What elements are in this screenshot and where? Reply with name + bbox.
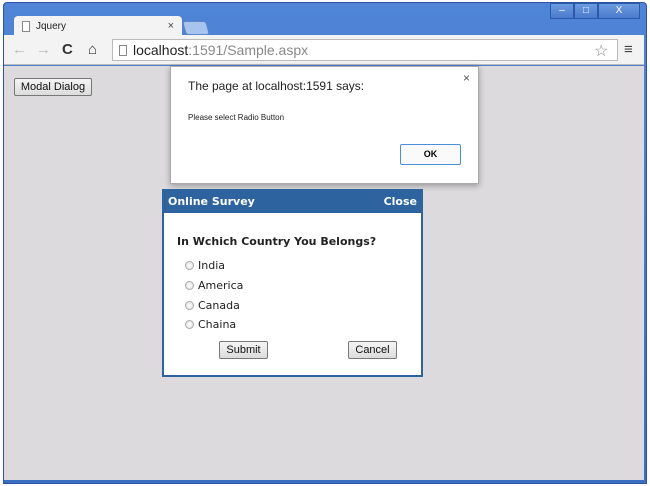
page-icon — [119, 45, 127, 56]
address-bar[interactable]: localhost:1591/Sample.aspx — [112, 39, 618, 61]
window-controls: – □ X — [550, 3, 640, 19]
cancel-button[interactable]: Cancel — [348, 341, 397, 359]
survey-close-link[interactable]: Close — [384, 195, 417, 213]
option-label: America — [198, 279, 244, 292]
survey-header: Online Survey Close — [164, 191, 421, 213]
browser-toolbar: ← → C ⌂ localhost:1591/Sample.aspx ☆ ≡ — [4, 35, 644, 65]
radio-button[interactable] — [185, 281, 194, 290]
alert-dialog: The page at localhost:1591 says: × Pleas… — [170, 66, 479, 184]
survey-question: In Wchich Country You Belongs? — [177, 235, 377, 248]
alert-title: The page at localhost:1591 says: — [188, 79, 365, 93]
url-host: localhost — [133, 42, 189, 58]
bookmark-star-icon[interactable]: ☆ — [594, 41, 608, 61]
alert-message: Please select Radio Button — [188, 113, 285, 122]
page-icon — [22, 21, 30, 32]
option-label: Canada — [198, 299, 240, 312]
radio-canada[interactable]: Canada — [185, 299, 240, 312]
radio-button[interactable] — [185, 301, 194, 310]
modal-dialog-button[interactable]: Modal Dialog — [14, 78, 92, 96]
home-icon[interactable]: ⌂ — [88, 41, 97, 58]
radio-chaina[interactable]: Chaina — [185, 318, 236, 331]
alert-close-icon[interactable]: × — [463, 71, 470, 85]
radio-india[interactable]: India — [185, 259, 225, 272]
tab-close-icon[interactable]: × — [168, 20, 174, 32]
submit-button[interactable]: Submit — [219, 341, 268, 359]
menu-icon[interactable]: ≡ — [624, 41, 633, 58]
radio-button[interactable] — [185, 261, 194, 270]
new-tab-button[interactable] — [182, 21, 210, 35]
window-close-button[interactable]: X — [598, 3, 640, 19]
minimize-button[interactable]: – — [550, 3, 574, 19]
reload-icon[interactable]: C — [62, 41, 73, 58]
tab-title: Jquery — [36, 21, 67, 32]
forward-icon[interactable]: → — [36, 41, 51, 58]
maximize-button[interactable]: □ — [574, 3, 598, 19]
url-path: :1591/Sample.aspx — [188, 42, 309, 58]
radio-america[interactable]: America — [185, 279, 243, 292]
ok-button[interactable]: OK — [400, 144, 461, 165]
option-label: India — [198, 259, 225, 272]
radio-button[interactable] — [185, 320, 194, 329]
survey-title: Online Survey — [168, 195, 255, 208]
back-icon[interactable]: ← — [12, 41, 27, 58]
option-label: Chaina — [198, 318, 237, 331]
survey-dialog: Online Survey Close In Wchich Country Yo… — [162, 189, 423, 377]
